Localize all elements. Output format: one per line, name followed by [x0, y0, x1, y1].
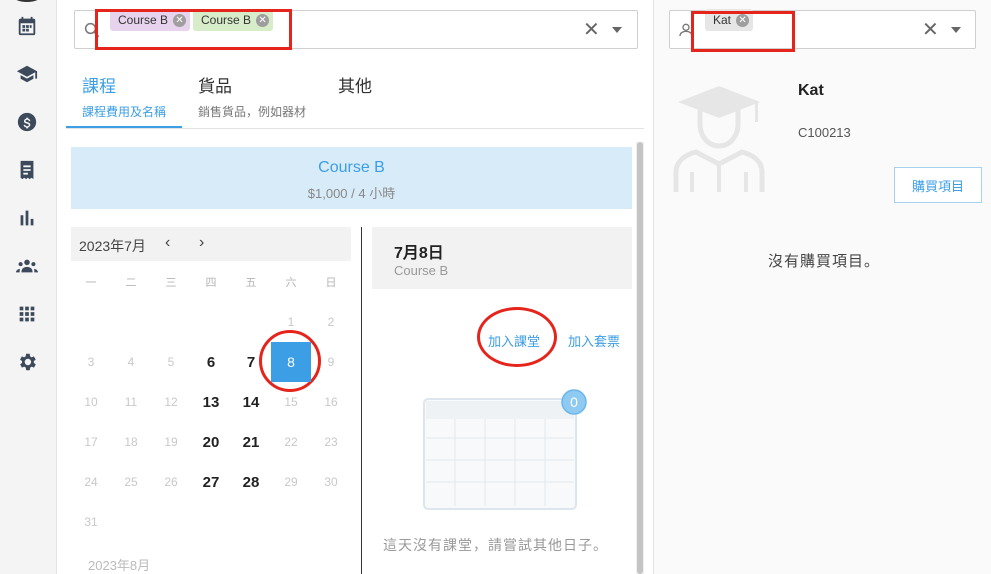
nav-rail — [0, 0, 57, 574]
chevron-down-icon[interactable] — [951, 27, 961, 33]
calendar-day: 12 — [164, 395, 178, 409]
apps-grid-icon[interactable] — [14, 301, 40, 327]
dollar-icon[interactable] — [14, 109, 40, 135]
highlight-box — [691, 11, 795, 52]
calendar-header: 2023年7月 ‹ › — [71, 227, 351, 261]
customer-id: C100213 — [798, 125, 851, 140]
calendar-day: 31 — [84, 515, 98, 529]
weekday-label: 三 — [165, 277, 177, 289]
calendar-day[interactable]: 13 — [191, 382, 231, 422]
tab-label: 課程 — [82, 77, 116, 96]
weekday-label: 五 — [245, 277, 257, 289]
calendar-day: 2 — [327, 315, 335, 329]
course-name: Course B — [318, 159, 385, 176]
weekday-label: 二 — [125, 277, 137, 289]
tab-others[interactable]: 其他 — [338, 72, 372, 97]
calendar-day[interactable]: 28 — [231, 462, 271, 502]
calendar-month: 2023年7月 — [79, 238, 146, 254]
calendar-day: 24 — [84, 475, 98, 489]
people-icon[interactable] — [14, 253, 40, 279]
highlight-oval — [477, 307, 557, 367]
tab-products[interactable]: 貨品 銷售貨品，例如器材 — [198, 72, 306, 120]
weekday-label: 四 — [205, 277, 217, 289]
calendar-day: 30 — [324, 475, 338, 489]
calendar-day: 29 — [284, 475, 298, 489]
tab-sublabel: 課程費用及名稱 — [82, 105, 167, 119]
calendar-day[interactable]: 20 — [191, 422, 231, 462]
tab-label: 其他 — [338, 77, 372, 96]
calendar-day-selected[interactable]: 8 — [271, 342, 311, 382]
day-course: Course B — [394, 263, 449, 278]
weekday-label: 日 — [325, 277, 337, 289]
calendar-day: 9 — [327, 355, 335, 369]
calendar-day[interactable]: 21 — [231, 422, 271, 462]
calendar-day: 15 — [284, 395, 298, 409]
calendar-day: 22 — [284, 435, 298, 449]
calendar-day[interactable]: 7 — [231, 342, 271, 382]
no-purchases-message: 沒有購買項目。 — [768, 253, 881, 270]
student-avatar-icon — [673, 86, 765, 192]
calendar-day: 17 — [84, 435, 98, 449]
tab-courses[interactable]: 課程 課程費用及名稱 — [82, 72, 166, 120]
calendar-day: 18 — [124, 435, 138, 449]
prev-month-button[interactable]: ‹ — [165, 234, 170, 252]
course-price: $1,000 / 4 小時 — [307, 186, 396, 201]
highlight-box — [95, 9, 292, 50]
badge-count: 0 — [570, 394, 578, 410]
chevron-down-icon[interactable] — [612, 27, 622, 33]
customer-name: Kat — [798, 82, 824, 99]
clear-customer-icon[interactable]: ✕ — [922, 20, 939, 40]
calendar-day: 11 — [124, 395, 138, 409]
scrollbar-thumb[interactable] — [637, 142, 643, 574]
calendar-day: 3 — [87, 355, 95, 369]
calendar-day[interactable]: 6 — [191, 342, 231, 382]
calendar-day: 4 — [127, 355, 135, 369]
calendar-day: 10 — [84, 395, 98, 409]
calendar-icon[interactable] — [14, 13, 40, 39]
calendar-day: 26 — [164, 475, 178, 489]
active-tab-indicator — [66, 126, 182, 128]
graduation-cap-icon[interactable] — [14, 61, 40, 87]
calendar-day: 5 — [167, 355, 175, 369]
receipt-icon[interactable] — [14, 157, 40, 183]
count-badge: 0 — [561, 389, 587, 415]
rail-top-avatar[interactable] — [12, 0, 42, 2]
calendar-day: 23 — [324, 435, 338, 449]
settings-gear-icon[interactable] — [14, 349, 40, 375]
tab-label: 貨品 — [198, 77, 232, 96]
selected-course-card[interactable]: Course B $1,000 / 4 小時 — [71, 147, 632, 209]
add-package-link[interactable]: 加入套票 — [568, 331, 620, 350]
day-header: 7月8日 Course B — [372, 227, 632, 289]
buy-items-button[interactable]: 購買項目 — [894, 167, 982, 203]
day-date: 7月8日 — [394, 245, 444, 262]
weekday-label: 一 — [85, 277, 97, 289]
weekday-label: 六 — [285, 277, 297, 289]
tabs-divider — [66, 128, 644, 129]
calendar-day: 16 — [324, 395, 338, 409]
next-calendar-month: 2023年8月 — [88, 558, 151, 573]
calendar-day: 19 — [164, 435, 178, 449]
bar-chart-icon[interactable] — [14, 205, 40, 231]
empty-schedule-illustration — [423, 398, 577, 510]
calendar-day[interactable]: 14 — [231, 382, 271, 422]
next-month-button[interactable]: › — [199, 234, 204, 252]
calendar-day: 25 — [124, 475, 138, 489]
empty-message: 這天沒有課堂，請嘗試其他日子。 — [383, 537, 608, 553]
clear-search-icon[interactable]: ✕ — [583, 20, 600, 40]
tab-sublabel: 銷售貨品，例如器材 — [198, 105, 307, 119]
calendar-day[interactable]: 27 — [191, 462, 231, 502]
calendar-divider — [361, 227, 362, 574]
calendar-day: 1 — [287, 315, 295, 329]
